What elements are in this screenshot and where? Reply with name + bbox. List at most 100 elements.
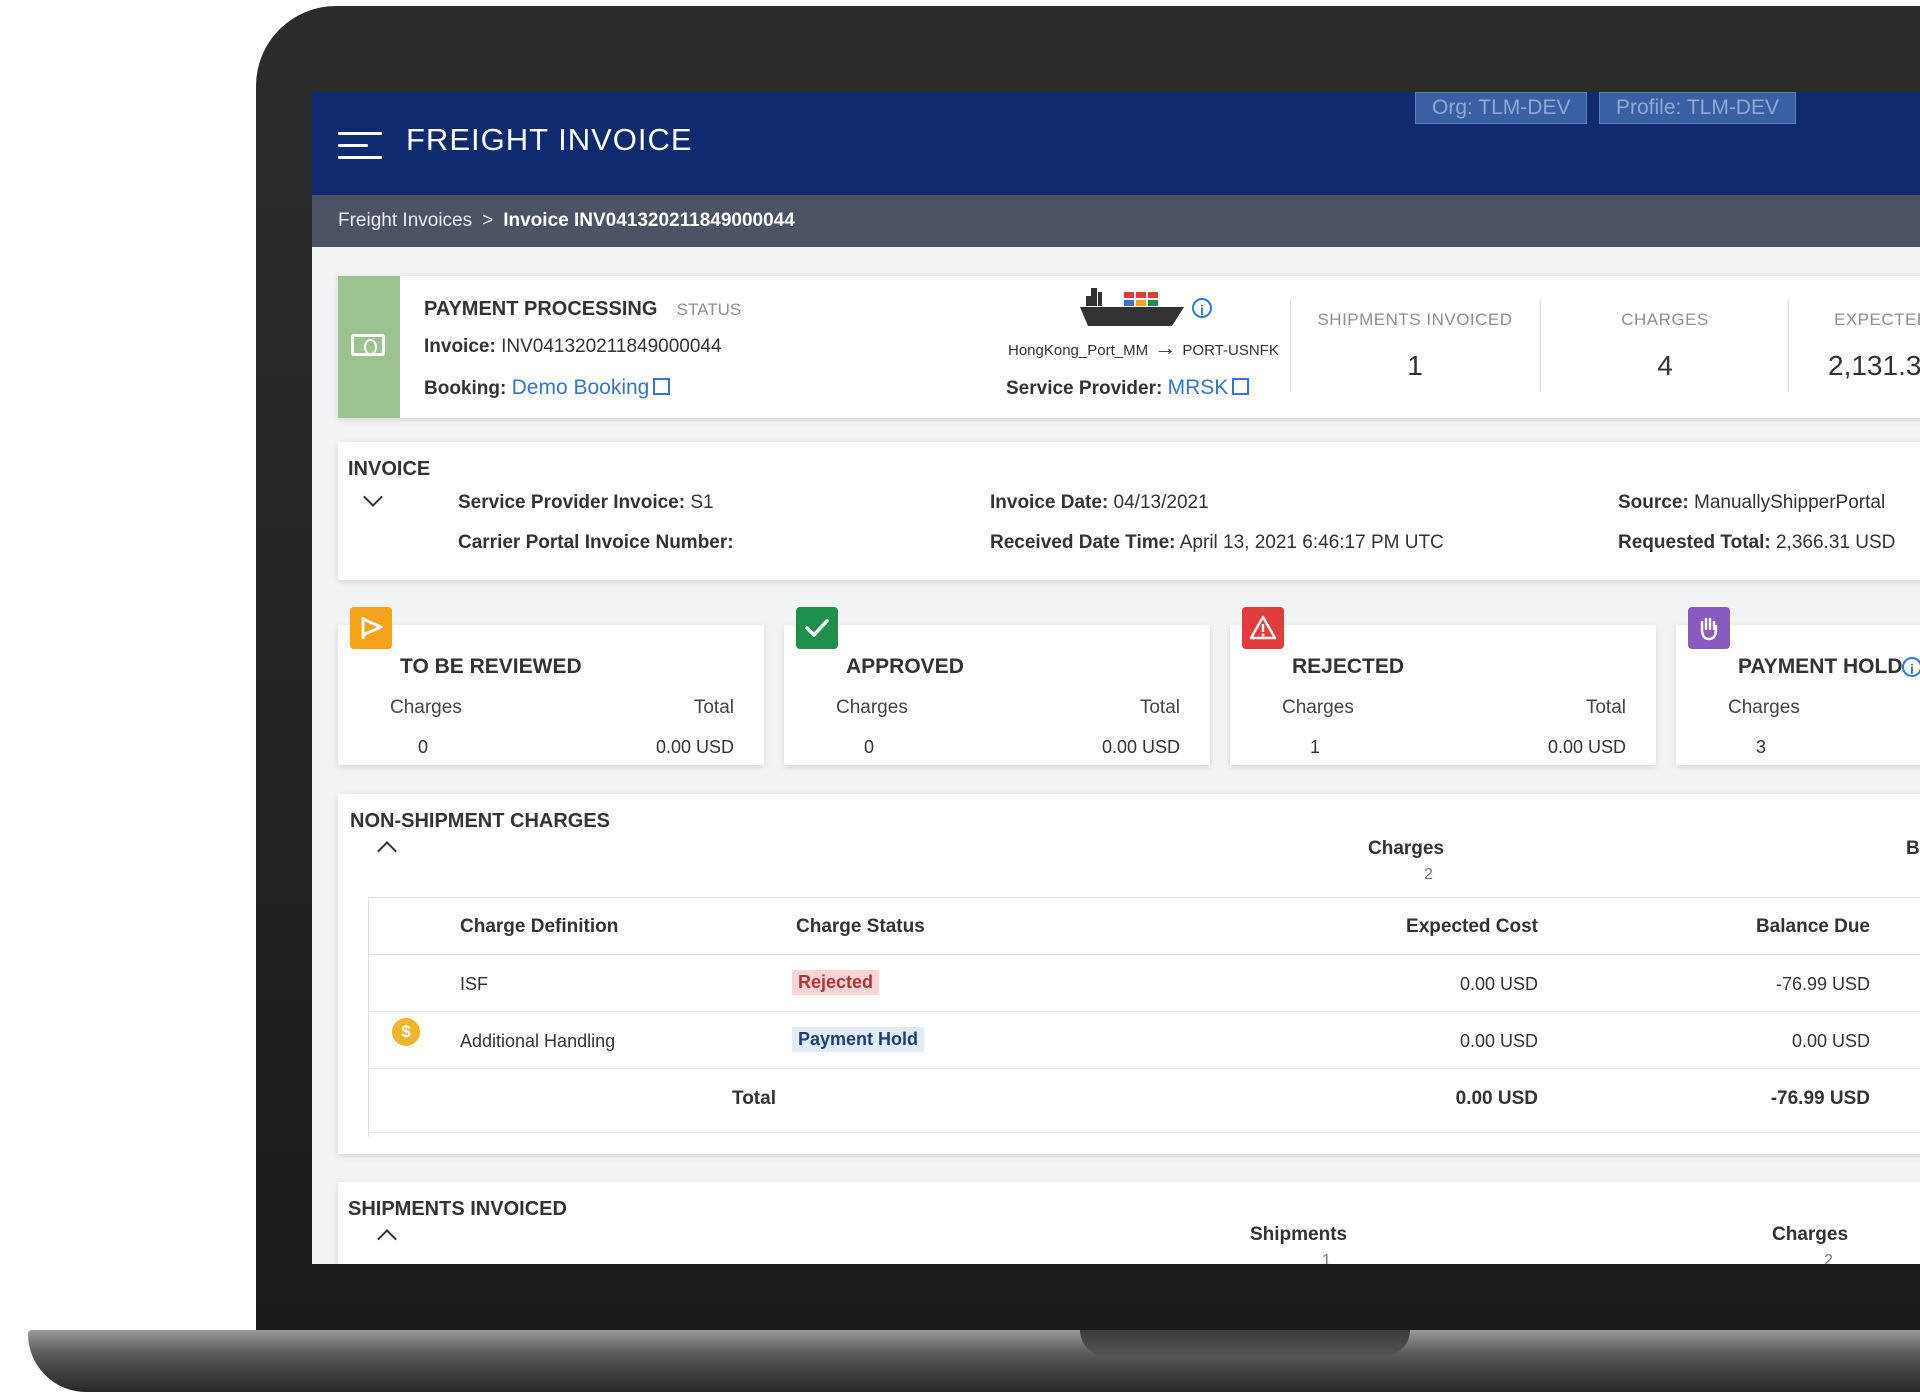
column-header[interactable]: Charge Status <box>796 916 925 938</box>
stat-charges: CHARGES 4 <box>1540 276 1790 418</box>
section-title: SHIPMENTS INVOICED <box>348 1198 567 1220</box>
stat-label: CHARGES <box>1621 310 1709 329</box>
chevron-up-icon[interactable] <box>377 841 397 861</box>
total-label: Total <box>1139 697 1180 718</box>
shipments-value: 1 <box>1322 1252 1331 1264</box>
charges-label: Charges <box>1282 697 1354 718</box>
charges-label: Charges <box>1728 697 1800 718</box>
warning-icon <box>1242 607 1284 649</box>
field-label: Source: <box>1618 492 1689 513</box>
expected-cost: 0.00 USD <box>1459 974 1538 994</box>
arrow-right-icon: → <box>1154 335 1177 360</box>
hamburger-menu-icon[interactable] <box>338 132 382 160</box>
invoice-section: INVOICE Service Provider Invoice: S1 Car… <box>338 442 1920 580</box>
sp-invoice-field: Service Provider Invoice: S1 <box>458 492 714 514</box>
total-value: 0.00 USD <box>655 737 734 757</box>
route-from: HongKong_Port_MM <box>1008 342 1149 359</box>
requested-total-field: Requested Total: 2,366.31 USD <box>1618 532 1895 554</box>
bucket-to-be-reviewed[interactable]: TO BE REVIEWED Charges Total 0 0.00 USD <box>338 607 764 765</box>
chevron-up-icon[interactable] <box>377 1229 397 1249</box>
ship-icon <box>1080 288 1184 326</box>
non-shipment-charges-section: NON-SHIPMENT CHARGES Charges 2 B Charge … <box>338 794 1920 1154</box>
charges-value: 0 <box>418 737 429 757</box>
chevron-down-icon[interactable] <box>363 487 383 507</box>
row-divider <box>368 1011 1920 1012</box>
charges-value: 1 <box>1310 737 1321 757</box>
expected-cost: 0.00 USD <box>1459 1031 1538 1051</box>
flag-icon <box>350 607 392 649</box>
laptop-notch <box>1080 1330 1410 1356</box>
route-to: PORT-USNFK <box>1182 342 1279 359</box>
breadcrumb-current: Invoice INV041320211849000044 <box>503 210 795 231</box>
row-divider <box>368 1132 1920 1133</box>
bucket-title: TO BE REVIEWED <box>400 655 582 678</box>
table-border <box>368 897 1920 898</box>
breadcrumb-parent-link[interactable]: Freight Invoices <box>338 210 472 231</box>
laptop-base <box>28 1330 1920 1392</box>
invoice-label: Invoice: <box>424 336 496 357</box>
provider-line: Service Provider: MRSK <box>1006 376 1250 400</box>
charges-value: 0 <box>864 737 875 757</box>
org-badge[interactable]: Org: TLM-DEV <box>1415 92 1588 124</box>
charge-definition: Additional Handling <box>460 1031 616 1051</box>
profile-badge[interactable]: Profile: TLM-DEV <box>1599 92 1796 124</box>
field-value: 2,366.31 USD <box>1776 532 1896 553</box>
total-label: Total <box>732 1088 776 1109</box>
row-divider <box>368 1068 1920 1069</box>
field-label: Carrier Portal Invoice Number: <box>458 532 734 553</box>
shipments-invoiced-section: SHIPMENTS INVOICED Shipments 1 Charges 2 <box>338 1182 1920 1264</box>
invoice-line: Invoice: INV041320211849000044 <box>424 336 722 358</box>
stat-expected: EXPECTED 2,131.3 <box>1788 276 1920 418</box>
charges-value: 3 <box>1756 737 1767 757</box>
bucket-payment-hold[interactable]: PAYMENT HOLD i Charges 3 <box>1676 607 1920 765</box>
booking-line: Booking: Demo Booking <box>424 376 671 400</box>
stat-value: 2,131.3 <box>1828 350 1920 381</box>
field-value: 04/13/2021 <box>1113 492 1209 513</box>
external-link-icon[interactable] <box>1232 378 1250 395</box>
status-value: PAYMENT PROCESSING <box>424 298 658 320</box>
invoice-date-field: Invoice Date: 04/13/2021 <box>990 492 1209 514</box>
field-value: April 13, 2021 6:46:17 PM UTC <box>1179 532 1444 553</box>
external-link-icon[interactable] <box>653 378 671 395</box>
column-header[interactable]: Charge Definition <box>460 916 618 938</box>
total-label: Total <box>693 697 734 718</box>
charges-label: Charges <box>836 697 908 718</box>
total-balance: -76.99 USD <box>1770 1088 1870 1109</box>
column-header[interactable]: Expected Cost <box>1338 916 1538 938</box>
status-badge: Payment Hold <box>792 1027 925 1052</box>
summary-charges-value: 2 <box>1424 866 1433 883</box>
section-title: INVOICE <box>348 458 431 480</box>
stat-label: SHIPMENTS INVOICED <box>1317 310 1513 329</box>
breadcrumb: Freight Invoices > Invoice INV041320211849… <box>312 195 1920 247</box>
bucket-title: REJECTED <box>1292 655 1405 678</box>
money-icon <box>351 334 385 356</box>
hand-icon <box>1688 607 1730 649</box>
breadcrumb-separator: > <box>482 210 494 231</box>
stat-value: 4 <box>1657 350 1673 381</box>
field-label: Requested Total: <box>1618 532 1771 553</box>
carrier-invoice-field: Carrier Portal Invoice Number: <box>458 532 734 554</box>
field-label: Invoice Date: <box>990 492 1109 513</box>
column-header[interactable]: Balance Due <box>1638 916 1870 938</box>
field-value: ManuallyShipperPortal <box>1694 492 1886 513</box>
provider-link[interactable]: MRSK <box>1168 376 1229 399</box>
bucket-approved[interactable]: APPROVED Charges Total 0 0.00 USD <box>784 607 1210 765</box>
app-title: FREIGHT INVOICE <box>406 122 693 157</box>
table-border <box>368 897 369 1137</box>
total-value: 0.00 USD <box>1547 737 1626 757</box>
payment-hold-info-icon[interactable]: i <box>1902 657 1920 677</box>
stat-label: EXPECTED <box>1834 310 1920 329</box>
bucket-title: PAYMENT HOLD <box>1738 655 1903 678</box>
status-badge: Rejected <box>792 970 880 995</box>
charge-definition: ISF <box>460 974 489 994</box>
field-label: Service Provider Invoice: <box>458 492 686 513</box>
row-divider <box>368 954 1920 955</box>
booking-link[interactable]: Demo Booking <box>512 376 650 399</box>
route-info-icon[interactable]: i <box>1192 298 1212 318</box>
source-field: Source: ManuallyShipperPortal <box>1618 492 1885 514</box>
check-icon <box>796 607 838 649</box>
total-label: Total <box>1585 697 1626 718</box>
status-strip <box>338 276 400 418</box>
field-value: S1 <box>690 492 714 513</box>
bucket-rejected[interactable]: REJECTED Charges Total 1 0.00 USD <box>1230 607 1656 765</box>
